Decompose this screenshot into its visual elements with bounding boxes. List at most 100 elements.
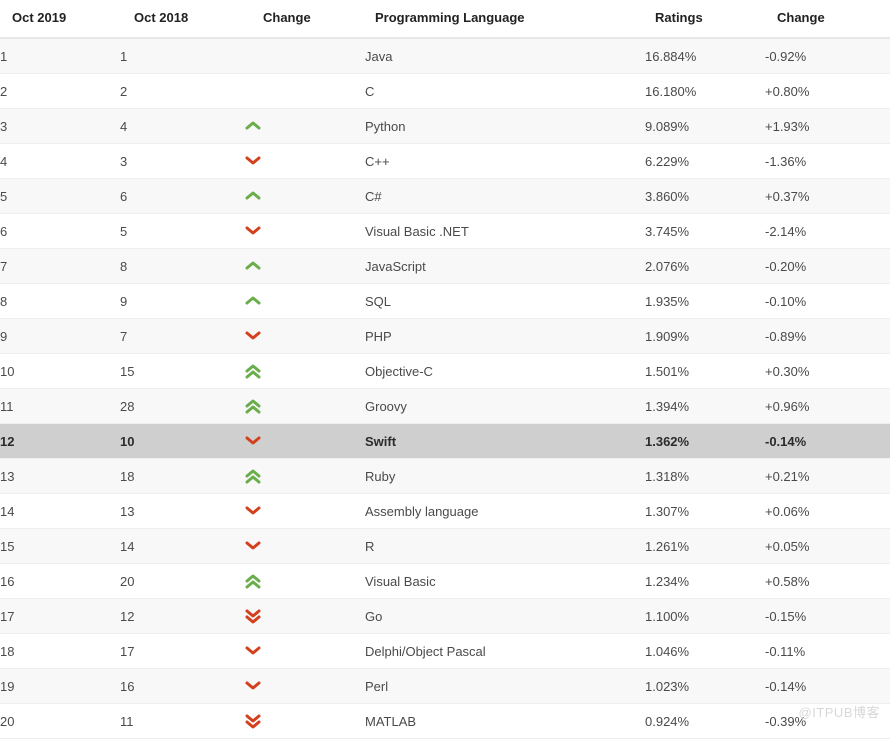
cell-rank-prev: 10 [120, 423, 245, 459]
tiobe-index-table: Oct 2019 Oct 2018 Change Programming Lan… [0, 0, 890, 739]
cell-change-direction [245, 703, 365, 739]
cell-ratings: 1.935% [645, 283, 765, 319]
table-row[interactable]: 11 28 Groovy 1.394% +0.96% [0, 388, 890, 424]
cell-ratings: 1.318% [645, 458, 765, 494]
cell-ratings: 1.909% [645, 318, 765, 354]
table-row[interactable]: 9 7 PHP 1.909% -0.89% [0, 318, 890, 354]
cell-language: C [365, 73, 645, 109]
cell-change-value: -2.14% [765, 213, 890, 249]
cell-change-value: +0.06% [765, 493, 890, 529]
table-row[interactable]: 16 20 Visual Basic 1.234% +0.58% [0, 563, 890, 599]
cell-ratings: 3.860% [645, 178, 765, 214]
cell-change-direction [245, 178, 365, 214]
chevron-double-up-icon [245, 571, 261, 589]
cell-change-value: -0.14% [765, 668, 890, 704]
cell-rank-now: 8 [0, 283, 120, 319]
column-header-rank-prev[interactable]: Oct 2018 [120, 0, 245, 39]
cell-rank-prev: 16 [120, 668, 245, 704]
cell-language: C++ [365, 143, 645, 179]
cell-rank-now: 1 [0, 38, 120, 74]
table-row[interactable]: 12 10 Swift 1.362% -0.14% [0, 423, 890, 459]
cell-change-value: -0.11% [765, 633, 890, 669]
cell-language: Groovy [365, 388, 645, 424]
cell-rank-now: 3 [0, 108, 120, 144]
cell-ratings: 1.501% [645, 353, 765, 389]
cell-change-direction [245, 563, 365, 599]
cell-ratings: 1.394% [645, 388, 765, 424]
cell-rank-prev: 1 [120, 38, 245, 74]
cell-language: SQL [365, 283, 645, 319]
cell-rank-now: 10 [0, 353, 120, 389]
chevron-down-icon [245, 431, 261, 449]
table-row[interactable]: 5 6 C# 3.860% +0.37% [0, 178, 890, 214]
cell-language: Java [365, 38, 645, 74]
chevron-down-icon [245, 536, 261, 554]
chevron-double-up-icon [245, 396, 261, 414]
column-header-language[interactable]: Programming Language [365, 0, 645, 39]
cell-language: Go [365, 598, 645, 634]
cell-rank-prev: 11 [120, 703, 245, 739]
cell-language: Visual Basic .NET [365, 213, 645, 249]
table-row[interactable]: 6 5 Visual Basic .NET 3.745% -2.14% [0, 213, 890, 249]
table-row[interactable]: 2 2 C 16.180% +0.80% [0, 73, 890, 109]
table-row[interactable]: 18 17 Delphi/Object Pascal 1.046% -0.11% [0, 633, 890, 669]
cell-change-direction [245, 283, 365, 319]
chevron-double-down-icon [245, 606, 261, 624]
cell-change-direction [245, 598, 365, 634]
cell-rank-prev: 13 [120, 493, 245, 529]
cell-change-value: +0.30% [765, 353, 890, 389]
chevron-down-icon [245, 221, 261, 239]
cell-change-direction [245, 388, 365, 424]
cell-ratings: 1.100% [645, 598, 765, 634]
cell-rank-now: 6 [0, 213, 120, 249]
table-row[interactable]: 19 16 Perl 1.023% -0.14% [0, 668, 890, 704]
cell-change-value: +1.93% [765, 108, 890, 144]
table-row[interactable]: 20 11 MATLAB 0.924% -0.39% [0, 703, 890, 739]
cell-change-direction [245, 213, 365, 249]
table-row[interactable]: 14 13 Assembly language 1.307% +0.06% [0, 493, 890, 529]
table-row[interactable]: 8 9 SQL 1.935% -0.10% [0, 283, 890, 319]
column-header-change-direction[interactable]: Change [245, 0, 365, 39]
cell-change-value: +0.21% [765, 458, 890, 494]
chevron-up-icon [245, 116, 261, 134]
chevron-up-icon [245, 186, 261, 204]
table-row[interactable]: 13 18 Ruby 1.318% +0.21% [0, 458, 890, 494]
table-row[interactable]: 7 8 JavaScript 2.076% -0.20% [0, 248, 890, 284]
cell-change-direction [245, 353, 365, 389]
cell-language: Python [365, 108, 645, 144]
table-row[interactable]: 10 15 Objective-C 1.501% +0.30% [0, 353, 890, 389]
cell-ratings: 16.180% [645, 73, 765, 109]
cell-change-direction [245, 633, 365, 669]
cell-language: Swift [365, 423, 645, 459]
cell-rank-prev: 8 [120, 248, 245, 284]
cell-rank-now: 16 [0, 563, 120, 599]
column-header-ratings[interactable]: Ratings [645, 0, 765, 39]
chevron-down-icon [245, 501, 261, 519]
cell-rank-prev: 7 [120, 318, 245, 354]
cell-language: JavaScript [365, 248, 645, 284]
cell-change-direction [245, 458, 365, 494]
cell-ratings: 0.924% [645, 703, 765, 739]
cell-change-value: +0.37% [765, 178, 890, 214]
cell-rank-prev: 14 [120, 528, 245, 564]
cell-change-value: -0.39% [765, 703, 890, 739]
cell-rank-now: 2 [0, 73, 120, 109]
cell-rank-now: 7 [0, 248, 120, 284]
cell-change-direction [245, 668, 365, 704]
cell-change-direction [245, 318, 365, 354]
column-header-rank-now[interactable]: Oct 2019 [0, 0, 120, 39]
table-row[interactable]: 4 3 C++ 6.229% -1.36% [0, 143, 890, 179]
chevron-down-icon [245, 326, 261, 344]
table-row[interactable]: 3 4 Python 9.089% +1.93% [0, 108, 890, 144]
cell-rank-now: 19 [0, 668, 120, 704]
table-row[interactable]: 1 1 Java 16.884% -0.92% [0, 38, 890, 74]
column-header-change-value[interactable]: Change [765, 0, 890, 39]
cell-language: Objective-C [365, 353, 645, 389]
cell-change-direction [245, 38, 365, 74]
table-body: 1 1 Java 16.884% -0.92% 2 2 C 16.180% +0.80% 3 4 Pyt… [0, 38, 890, 739]
table-row[interactable]: 15 14 R 1.261% +0.05% [0, 528, 890, 564]
cell-rank-prev: 5 [120, 213, 245, 249]
cell-change-value: -0.15% [765, 598, 890, 634]
chevron-down-icon [245, 641, 261, 659]
table-row[interactable]: 17 12 Go 1.100% -0.15% [0, 598, 890, 634]
